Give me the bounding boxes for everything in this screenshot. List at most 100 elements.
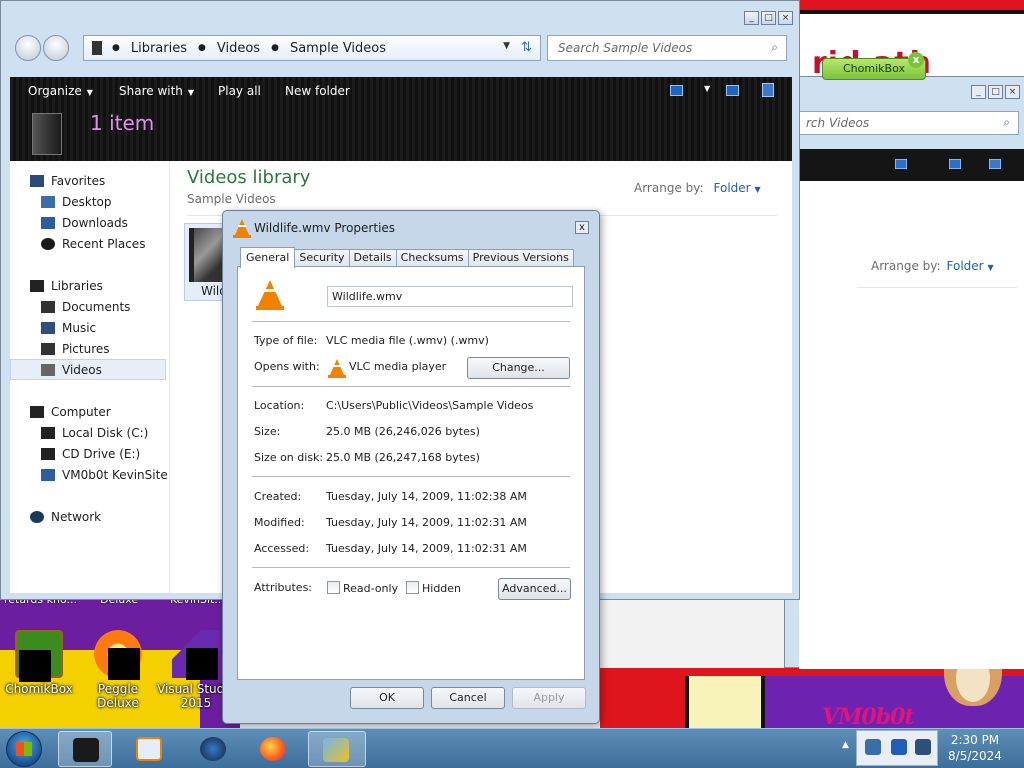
minimize-icon[interactable]: _ bbox=[971, 85, 986, 99]
size-value: 25.0 MB (26,246,026 bytes) bbox=[326, 425, 480, 438]
opens-with-value: VLC media player bbox=[349, 360, 447, 373]
desktop-icon-chomikbox[interactable]: ChomikBox bbox=[0, 630, 79, 696]
views-dropdown-icon[interactable]: ▼ bbox=[704, 84, 710, 93]
change-button[interactable]: Change... bbox=[467, 357, 570, 379]
help-icon[interactable] bbox=[989, 159, 1001, 169]
location-value: C:\Users\Public\Videos\Sample Videos bbox=[326, 399, 534, 412]
nav-item-kevinsite[interactable]: VM0b0t KevinSite bbox=[41, 465, 168, 484]
notification-close-icon[interactable]: x bbox=[908, 52, 924, 68]
minimize-icon[interactable]: _ bbox=[744, 11, 759, 25]
tray-user-icon[interactable] bbox=[865, 739, 881, 755]
tray-network-icon[interactable] bbox=[891, 739, 907, 755]
nav-item-music[interactable]: Music bbox=[41, 318, 96, 337]
organize-button[interactable]: Organize ▼ bbox=[28, 84, 93, 98]
address-dropdown-icon[interactable]: ▼ bbox=[503, 41, 510, 51]
tab-general[interactable]: General bbox=[240, 247, 296, 268]
nav-item-videos[interactable]: Videos bbox=[41, 360, 102, 379]
cancel-button[interactable]: Cancel bbox=[431, 687, 505, 709]
maximize-icon[interactable]: □ bbox=[988, 85, 1003, 99]
apply-button[interactable]: Apply bbox=[512, 687, 586, 709]
close-icon[interactable]: × bbox=[778, 11, 793, 25]
globe-icon bbox=[200, 737, 226, 761]
readonly-checkbox[interactable] bbox=[327, 581, 340, 594]
library-subtitle[interactable]: Sample Videos bbox=[187, 192, 276, 206]
breadcrumb-sample-videos[interactable]: Sample Videos bbox=[290, 41, 386, 56]
close-icon[interactable]: x bbox=[575, 221, 589, 234]
taskbar-browser-button[interactable] bbox=[186, 731, 240, 767]
network-drive-icon bbox=[41, 468, 55, 481]
chomikbox-icon bbox=[15, 630, 63, 682]
refresh-icon[interactable]: ⇅ bbox=[521, 40, 532, 55]
preview-pane-icon[interactable] bbox=[949, 159, 961, 169]
search-icon: ⌕ bbox=[771, 40, 778, 54]
clock-date: 8/5/2024 bbox=[948, 749, 1002, 763]
clock[interactable]: 2:30 PM 8/5/2024 bbox=[940, 732, 1010, 764]
help-icon[interactable] bbox=[762, 83, 774, 97]
arrange-by-dropdown[interactable]: Folder bbox=[714, 181, 751, 195]
media-player-icon bbox=[136, 737, 162, 761]
start-button[interactable] bbox=[6, 731, 42, 767]
cd-drive-icon bbox=[41, 447, 55, 460]
desktop-icon-label: Peggle Deluxe bbox=[97, 682, 139, 710]
nav-item-recent-places[interactable]: Recent Places bbox=[41, 234, 145, 253]
taskbar-properties-button[interactable] bbox=[308, 731, 366, 767]
size-on-disk-value: 25.0 MB (26,247,168 bytes) bbox=[326, 451, 480, 464]
command-bar: Organize ▼ Share with ▼ Play all New folde… bbox=[10, 77, 792, 161]
desktop-art-strip bbox=[685, 676, 765, 728]
tab-previous-versions[interactable]: Previous Versions bbox=[467, 249, 574, 267]
tab-checksums[interactable]: Checksums bbox=[395, 249, 469, 267]
nav-item-pictures[interactable]: Pictures bbox=[41, 339, 110, 358]
nav-item-desktop[interactable]: Desktop bbox=[41, 192, 112, 211]
taskbar-firefox-button[interactable] bbox=[246, 731, 300, 767]
background-explorer-window[interactable]: _ □ × rch Videos ⌕ Arrange by: Folder ▼ bbox=[784, 76, 1024, 669]
libraries-icon bbox=[30, 279, 44, 292]
preview-pane-icon[interactable] bbox=[726, 85, 739, 96]
arrange-by-dropdown[interactable]: Folder bbox=[947, 259, 984, 273]
tab-security[interactable]: Security bbox=[294, 249, 350, 267]
size-on-disk-label: Size on disk: bbox=[254, 451, 324, 464]
close-icon[interactable]: × bbox=[1005, 85, 1020, 99]
window-controls: _ □ × bbox=[971, 85, 1020, 99]
modified-label: Modified: bbox=[254, 516, 305, 529]
advanced-button[interactable]: Advanced... bbox=[498, 578, 571, 600]
nav-item-favorites[interactable]: Favorites bbox=[30, 171, 105, 190]
nav-item-downloads[interactable]: Downloads bbox=[41, 213, 128, 232]
ok-button[interactable]: OK bbox=[350, 687, 424, 709]
properties-icon bbox=[323, 738, 349, 762]
nav-item-libraries[interactable]: Libraries bbox=[30, 276, 103, 295]
hidden-label[interactable]: Hidden bbox=[422, 582, 461, 595]
back-button[interactable] bbox=[15, 35, 41, 61]
search-input[interactable]: rch Videos ⌕ bbox=[799, 111, 1019, 135]
properties-dialog[interactable]: Wildlife.wmv Properties x General Securi… bbox=[222, 210, 600, 724]
breadcrumb-videos[interactable]: Videos bbox=[217, 41, 260, 56]
general-tab-panel: Type of file: VLC media file (.wmv) (.wm… bbox=[237, 266, 585, 680]
readonly-label[interactable]: Read-only bbox=[343, 582, 398, 595]
address-bar[interactable]: ● Libraries ● Videos ● Sample Videos ▼ ⇅ bbox=[83, 35, 541, 61]
nav-item-computer[interactable]: Computer bbox=[30, 402, 111, 421]
views-icon[interactable] bbox=[895, 159, 907, 169]
nav-item-network[interactable]: Network bbox=[30, 507, 101, 526]
tray-volume-icon[interactable] bbox=[915, 739, 931, 755]
views-icon[interactable] bbox=[670, 85, 683, 96]
nav-item-documents[interactable]: Documents bbox=[41, 297, 130, 316]
breadcrumb-libraries[interactable]: Libraries bbox=[131, 41, 187, 56]
folder-icon bbox=[92, 41, 102, 55]
taskbar-media-player-button[interactable] bbox=[122, 731, 176, 767]
system-tray bbox=[856, 730, 938, 766]
maximize-icon[interactable]: □ bbox=[761, 11, 776, 25]
new-folder-button[interactable]: New folder bbox=[285, 84, 350, 98]
filename-input[interactable] bbox=[327, 286, 573, 307]
forward-button[interactable] bbox=[43, 35, 69, 61]
tab-details[interactable]: Details bbox=[348, 249, 397, 267]
nav-item-cd-drive[interactable]: CD Drive (E:) bbox=[41, 444, 140, 463]
share-with-button[interactable]: Share with ▼ bbox=[119, 84, 194, 98]
taskbar-explorer-button[interactable] bbox=[58, 731, 112, 767]
attributes-label: Attributes: bbox=[254, 581, 313, 594]
star-icon bbox=[30, 174, 44, 187]
hidden-checkbox[interactable] bbox=[406, 581, 419, 594]
nav-item-local-disk[interactable]: Local Disk (C:) bbox=[41, 423, 148, 442]
desktop-icon-peggle[interactable]: Peggle Deluxe bbox=[78, 630, 158, 710]
search-input[interactable]: Search Sample Videos ⌕ bbox=[547, 35, 787, 61]
play-all-button[interactable]: Play all bbox=[218, 84, 261, 98]
show-hidden-icons-button[interactable]: ▲ bbox=[842, 740, 849, 750]
